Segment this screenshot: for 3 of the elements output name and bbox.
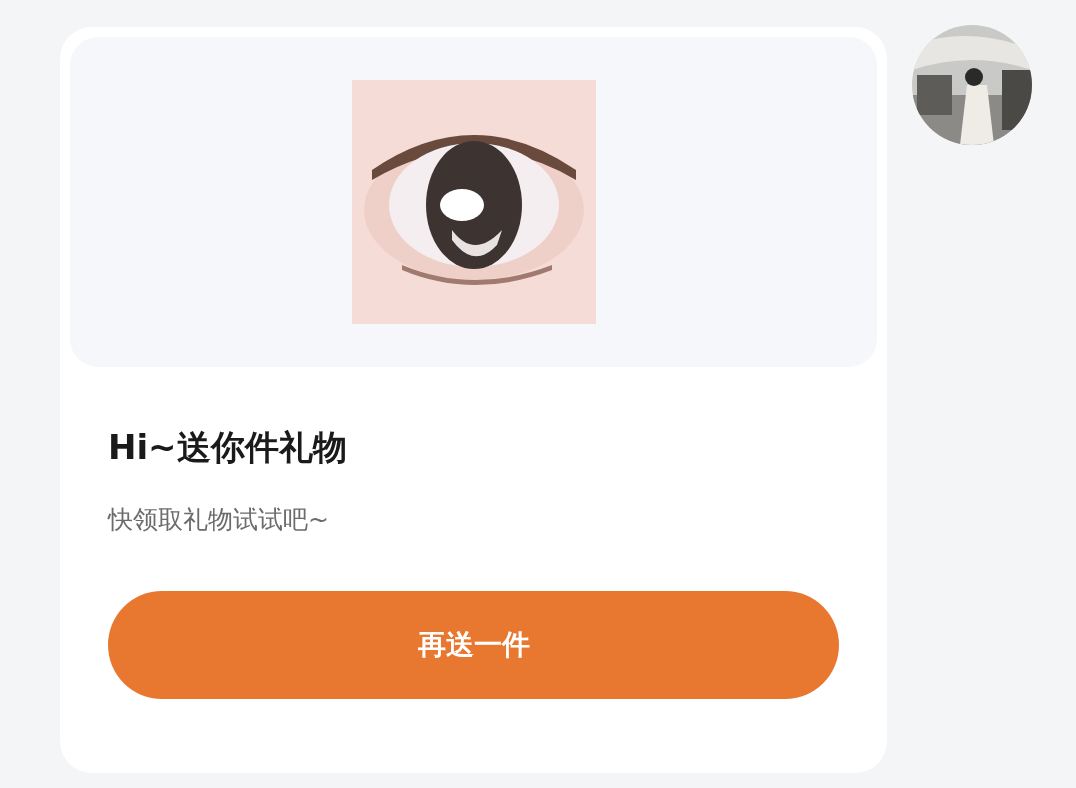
- gift-title: Hi~送你件礼物: [108, 426, 348, 469]
- gift-message: 快领取礼物试试吧~: [108, 504, 330, 536]
- send-another-button[interactable]: 再送一件: [108, 591, 839, 699]
